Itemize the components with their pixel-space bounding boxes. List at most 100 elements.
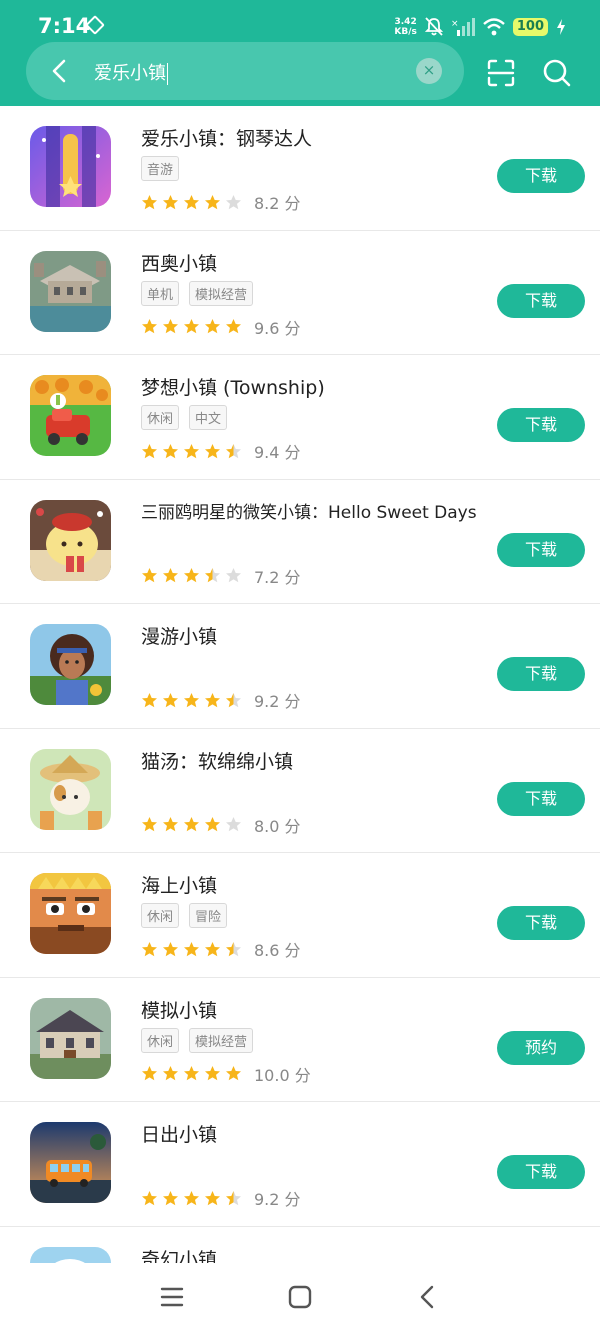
star-full-icon [142, 1190, 157, 1205]
list-item[interactable]: 西奥小镇 单机 模拟经营 9.6 分 下载 [0, 231, 600, 355]
svg-text:×: × [451, 19, 459, 29]
charging-icon [557, 19, 565, 35]
back-arrow-icon[interactable] [44, 55, 76, 87]
list-item[interactable]: 猫汤：软绵绵小镇 8.0 分 下载 [0, 729, 600, 853]
star-full-icon [226, 319, 241, 334]
list-item[interactable]: 海上小镇 休闲 冒险 8.6 分 下载 [0, 853, 600, 978]
star-full-icon [163, 568, 178, 583]
star-full-icon [163, 443, 178, 458]
star-full-icon [142, 817, 157, 832]
app-title[interactable]: 梦想小镇 (Township) [141, 373, 325, 400]
rating: 8.0 分 [141, 813, 301, 837]
score: 8.2 分 [254, 194, 301, 213]
search-results-list: 爱乐小镇：钢琴达人 音游 8.2 分 下载 西奥小镇 单机 模拟经营 9.6 分… [0, 106, 600, 1333]
list-item[interactable]: 模拟小镇 休闲 模拟经营 10.0 分 预约 [0, 978, 600, 1102]
tag: 休闲 [141, 405, 180, 430]
home-icon[interactable] [284, 1281, 316, 1313]
app-icon-cat-soup[interactable] [30, 748, 111, 830]
star-rating [141, 941, 242, 958]
star-full-icon [163, 1066, 178, 1081]
download-button[interactable]: 下载 [497, 283, 585, 318]
download-button[interactable]: 下载 [497, 906, 585, 940]
nav-back-icon[interactable] [412, 1281, 444, 1313]
app-title[interactable]: 爱乐小镇：钢琴达人 [141, 124, 312, 151]
star-full-icon [142, 692, 157, 707]
download-button[interactable]: 下载 [497, 657, 585, 691]
search-icon[interactable] [542, 58, 572, 88]
star-full-icon [184, 319, 199, 334]
tag: 休闲 [141, 1027, 180, 1053]
star-full-icon [142, 194, 157, 209]
star-empty-icon [226, 817, 241, 832]
rating: 8.2 分 [141, 190, 301, 214]
system-nav-bar [0, 1263, 600, 1333]
star-empty-icon [226, 568, 241, 583]
clear-icon[interactable]: × [416, 58, 442, 84]
star-rating [141, 692, 242, 709]
rating: 7.2 分 [141, 564, 301, 588]
status-time: 7:14 [38, 14, 91, 38]
app-icon-piano[interactable] [30, 126, 111, 207]
header: 7:14 3.42 KB/s × 100 爱乐小镇 × [0, 0, 600, 106]
battery-level: 100 [512, 18, 548, 36]
app-title[interactable]: 漫游小镇 [141, 622, 217, 649]
star-full-icon [142, 1066, 157, 1081]
search-input[interactable]: 爱乐小镇 [94, 59, 168, 85]
search-query: 爱乐小镇 [94, 63, 166, 84]
star-rating [141, 443, 242, 460]
star-full-icon [226, 1066, 241, 1081]
list-item[interactable]: 漫游小镇 9.2 分 下载 [0, 604, 600, 729]
app-icon-wandering-town[interactable] [30, 624, 111, 705]
list-item[interactable]: 三丽鸥明星的微笑小镇：Hello Sweet Days 7.2 分 下载 [0, 480, 600, 604]
star-full-icon [142, 941, 157, 956]
star-full-icon [184, 443, 199, 458]
search-bar[interactable]: 爱乐小镇 × [26, 42, 464, 100]
star-half-icon [226, 941, 241, 956]
score: 9.2 分 [254, 692, 301, 711]
app-icon-sim-town[interactable] [30, 997, 111, 1079]
star-full-icon [184, 817, 199, 832]
star-full-icon [184, 1190, 199, 1205]
tag-list: 单机 模拟经营 [141, 280, 254, 306]
download-button[interactable]: 下载 [497, 408, 585, 442]
star-empty-icon [226, 194, 241, 209]
download-button[interactable]: 下载 [497, 1155, 585, 1189]
app-title[interactable]: 西奥小镇 [141, 249, 217, 276]
tag-list: 休闲 冒险 [141, 903, 228, 928]
app-icon-sanrio[interactable] [30, 499, 111, 581]
app-title[interactable]: 三丽鸥明星的微笑小镇：Hello Sweet Days [141, 498, 477, 523]
app-icon-theo-town[interactable] [30, 250, 111, 332]
star-full-icon [205, 443, 220, 458]
star-full-icon [142, 568, 157, 583]
list-item[interactable]: 梦想小镇 (Township) 休闲 中文 9.4 分 下载 [0, 355, 600, 480]
app-title[interactable]: 模拟小镇 [141, 996, 217, 1023]
app-icon-sea-town[interactable] [30, 873, 111, 954]
download-button[interactable]: 下载 [497, 781, 585, 816]
rating: 9.4 分 [141, 439, 301, 463]
list-item[interactable]: 日出小镇 9.2 分 下载 [0, 1102, 600, 1227]
star-full-icon [142, 319, 157, 334]
score: 9.4 分 [254, 443, 301, 462]
download-button[interactable]: 下载 [497, 159, 585, 193]
mute-bell-icon [424, 17, 443, 36]
signal-icon: × [451, 18, 475, 36]
tag: 模拟经营 [189, 1027, 254, 1053]
app-title[interactable]: 日出小镇 [141, 1120, 217, 1147]
menu-icon[interactable] [156, 1281, 188, 1313]
app-icon-sunrise-town[interactable] [30, 1122, 111, 1203]
reserve-button[interactable]: 预约 [497, 1030, 585, 1065]
star-half-icon [226, 692, 241, 707]
scan-icon[interactable] [486, 58, 516, 88]
tag: 休闲 [141, 903, 180, 928]
tag-list: 休闲 模拟经营 [141, 1027, 254, 1053]
score: 8.0 分 [254, 816, 301, 836]
app-title[interactable]: 猫汤：软绵绵小镇 [141, 747, 293, 774]
list-item[interactable]: 爱乐小镇：钢琴达人 音游 8.2 分 下载 [0, 106, 600, 231]
app-icon-township[interactable] [30, 375, 111, 456]
score: 8.6 分 [254, 941, 301, 960]
star-full-icon [205, 319, 220, 334]
download-button[interactable]: 下载 [497, 532, 585, 567]
app-title[interactable]: 海上小镇 [141, 871, 217, 898]
rating: 8.6 分 [141, 937, 301, 961]
star-rating [141, 816, 242, 833]
